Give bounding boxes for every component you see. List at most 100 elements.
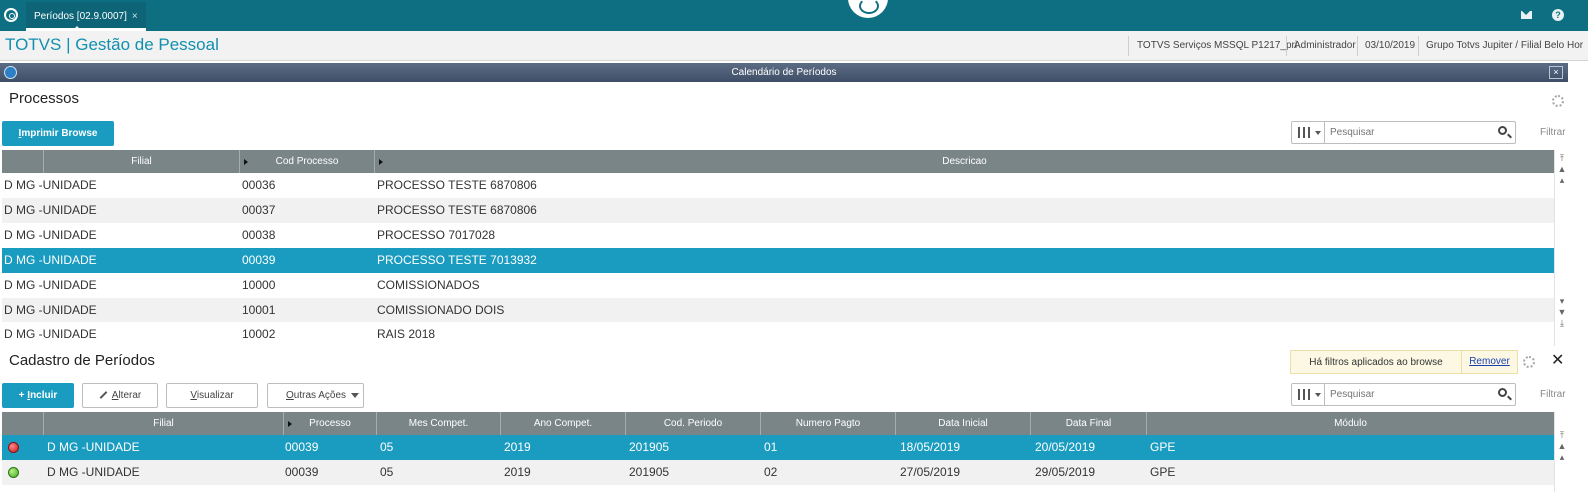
cell-cod-processo: 00039 [242, 253, 276, 267]
table-row[interactable]: D MG -UNIDADE 00039 05 2019 201905 02 27… [2, 460, 1554, 485]
server-info: TOTVS Serviços MSSQL P1217_pri [1137, 40, 1298, 51]
sort-icon [379, 159, 383, 165]
cadastro-scrollbar[interactable]: ⤒ ▲ ▴ [1554, 412, 1568, 492]
chevron-down-icon [1315, 131, 1321, 135]
window-close-button[interactable]: × [1549, 66, 1563, 79]
col-header-mes-compet[interactable]: Mes Compet. [377, 412, 501, 435]
scroll-top-icon[interactable]: ⤒ [1557, 153, 1567, 163]
window-title-bar: Calendário de Períodos × [0, 63, 1568, 82]
help-icon[interactable]: ? [1552, 9, 1564, 21]
cell-cod-processo: 00036 [242, 178, 276, 192]
col-header-data-final[interactable]: Data Final [1031, 412, 1147, 435]
scroll-page-up-icon[interactable]: ▲ [1557, 164, 1567, 174]
cell-filial: D MG -UNIDADE [4, 253, 97, 267]
chat-assistant-icon[interactable] [848, 0, 888, 18]
scroll-page-up-icon[interactable]: ▲ [1557, 441, 1567, 451]
alterar-button[interactable]: Alterar [82, 383, 158, 408]
table-row-selected[interactable]: D MG -UNIDADE 00039 PROCESSO TESTE 70139… [2, 248, 1554, 273]
search-icon[interactable] [1498, 126, 1507, 135]
cell-filial: D MG -UNIDADE [4, 178, 97, 192]
cadastro-title: Cadastro de Períodos [9, 352, 155, 369]
header-divider [1128, 36, 1129, 56]
pencil-icon [99, 391, 108, 400]
col-header-processo[interactable]: Processo [284, 412, 377, 435]
window-title: Calendário de Períodos [731, 67, 837, 78]
cell-modulo: GPE [1150, 465, 1176, 479]
processos-title: Processos [9, 90, 80, 107]
mail-icon[interactable] [1521, 11, 1532, 19]
search-icon[interactable] [1498, 388, 1507, 397]
cell-data-inicial: 27/05/2019 [900, 465, 961, 479]
col-header-cod-periodo[interactable]: Cod. Periodo [626, 412, 761, 435]
chevron-down-icon [351, 393, 359, 398]
cadastro-filter-link[interactable]: Filtrar [1540, 389, 1566, 400]
status-open-icon [8, 442, 19, 453]
cell-descricao: PROCESSO TESTE 7013932 [377, 253, 537, 267]
scroll-up-icon[interactable]: ▴ [1557, 452, 1567, 462]
table-row[interactable]: D MG -UNIDADE 00038 PROCESSO 7017028 [2, 223, 1554, 248]
cell-modulo: GPE [1150, 440, 1176, 454]
cell-cod-processo: 00038 [242, 228, 276, 242]
cell-filial: D MG -UNIDADE [4, 278, 97, 292]
cell-filial: D MG -UNIDADE [47, 440, 140, 454]
columns-config-button[interactable] [1292, 384, 1325, 405]
home-icon[interactable] [4, 8, 18, 22]
columns-icon [1298, 389, 1310, 400]
scroll-up-icon[interactable]: ▴ [1557, 175, 1567, 185]
cell-data-inicial: 18/05/2019 [900, 440, 961, 454]
table-row-selected[interactable]: D MG -UNIDADE 00039 05 2019 201905 01 18… [2, 435, 1554, 460]
cell-data-final: 20/05/2019 [1035, 440, 1096, 454]
app-header: TOTVS | Gestão de Pessoal TOTVS Serviços… [0, 31, 1588, 61]
col-header-ano-compet[interactable]: Ano Compet. [501, 412, 626, 435]
cell-mes: 05 [380, 465, 394, 479]
cell-mes: 05 [380, 440, 394, 454]
col-header-filial[interactable]: Filial [44, 150, 240, 173]
scroll-down-icon[interactable]: ▾ [1557, 296, 1567, 306]
table-row[interactable]: D MG -UNIDADE 10000 COMISSIONADOS [2, 273, 1554, 298]
cell-descricao: PROCESSO 7017028 [377, 228, 496, 242]
cadastro-grid-header: Filial Processo Mes Compet. Ano Compet. … [2, 412, 1554, 435]
col-header-filial[interactable]: Filial [44, 412, 284, 435]
close-icon[interactable]: ✕ [1551, 353, 1564, 369]
col-header-data-inicial[interactable]: Data Inicial [896, 412, 1031, 435]
col-header-numero-pagto[interactable]: Numero Pagto [761, 412, 896, 435]
tab-close-icon[interactable]: × [132, 11, 138, 22]
cell-descricao: PROCESSO TESTE 6870806 [377, 178, 537, 192]
scroll-page-down-icon[interactable]: ▼ [1557, 307, 1567, 317]
table-row[interactable]: D MG -UNIDADE 10002 RAIS 2018 [2, 322, 1554, 347]
print-browse-button[interactable]: Imprimir Browse [2, 121, 114, 146]
app-title: TOTVS | Gestão de Pessoal [5, 35, 219, 54]
cell-filial: D MG -UNIDADE [4, 203, 97, 217]
cell-filial: D MG -UNIDADE [47, 465, 140, 479]
columns-icon [1298, 127, 1310, 138]
cell-data-final: 29/05/2019 [1035, 465, 1096, 479]
remove-filter-link[interactable]: Remover [1461, 351, 1517, 373]
tab-label: Períodos [02.9.0007] [34, 11, 127, 22]
cadastro-search-input[interactable] [1330, 384, 1480, 405]
table-row[interactable]: D MG -UNIDADE 00037 PROCESSO TESTE 68708… [2, 198, 1554, 223]
col-header-modulo[interactable]: Módulo [1147, 412, 1554, 435]
header-divider [1357, 36, 1358, 56]
cell-cod-processo: 10000 [242, 278, 276, 292]
top-bar: Períodos [02.9.0007] × ? [0, 0, 1588, 31]
status-closed-icon [8, 467, 19, 478]
table-row[interactable]: D MG -UNIDADE 10001 COMISSIONADO DOIS [2, 298, 1554, 323]
scroll-top-icon[interactable]: ⤒ [1557, 430, 1567, 440]
chevron-down-icon [1315, 393, 1321, 397]
processos-search-input[interactable] [1330, 122, 1480, 143]
scroll-bottom-icon[interactable]: ⤓ [1557, 318, 1567, 328]
cell-ano: 2019 [504, 440, 531, 454]
processos-settings-icon[interactable] [1552, 95, 1564, 107]
col-header-descricao[interactable]: Descricao [375, 150, 1554, 173]
outras-acoes-button[interactable]: Outras Ações [267, 383, 364, 408]
col-header-cod-processo[interactable]: Cod Processo [240, 150, 375, 173]
processos-filter-link[interactable]: Filtrar [1540, 127, 1566, 138]
cadastro-settings-icon[interactable] [1523, 356, 1535, 368]
visualizar-button[interactable]: Visualizar [166, 383, 258, 408]
table-row[interactable]: D MG -UNIDADE 00036 PROCESSO TESTE 68708… [2, 173, 1554, 198]
columns-config-button[interactable] [1292, 122, 1325, 143]
incluir-button[interactable]: + Incluir [2, 383, 74, 408]
tab-periodos[interactable]: Períodos [02.9.0007] × [26, 2, 146, 31]
processos-scrollbar[interactable]: ⤒ ▲ ▴ ▾ ▼ ⤓ [1554, 150, 1568, 346]
sort-icon [244, 159, 248, 165]
